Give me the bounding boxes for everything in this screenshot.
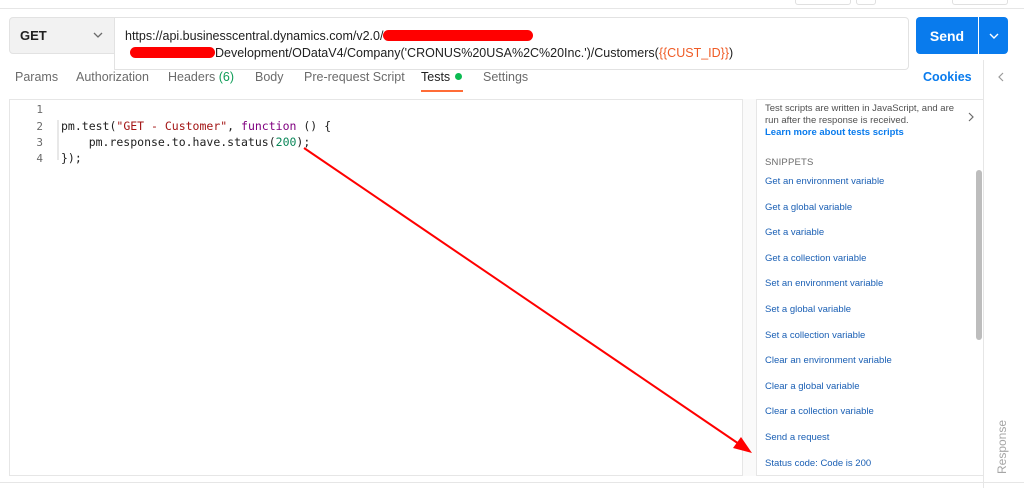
bottom-divider — [0, 482, 1024, 483]
url-input[interactable]: https://api.businesscentral.dynamics.com… — [114, 17, 909, 70]
code-line-4: }); — [61, 151, 82, 165]
tab-tests[interactable]: Tests — [421, 70, 463, 84]
code-keyword: function — [241, 119, 297, 133]
snippet-link[interactable]: Get a global variable — [765, 202, 852, 213]
snippets-heading: SNIPPETS — [765, 157, 814, 168]
code-token: ); — [296, 135, 311, 149]
toolbar-button[interactable] — [952, 0, 1008, 5]
method-label: GET — [20, 28, 47, 43]
url-text: ) — [729, 46, 734, 60]
tab-label: Settings — [483, 70, 529, 84]
response-toggle[interactable]: Response — [993, 418, 1009, 478]
tab-label: Headers — [168, 70, 216, 84]
toolbar-button[interactable] — [795, 0, 851, 5]
line-number: 1 — [36, 103, 43, 116]
code-number: 200 — [275, 135, 297, 149]
snippet-link[interactable]: Set a collection variable — [765, 330, 865, 341]
tab-pre-request-script[interactable]: Pre-request Script — [304, 70, 405, 84]
snippet-link[interactable]: Get an environment variable — [765, 176, 884, 187]
line-number: 4 — [36, 152, 43, 165]
snippet-link[interactable]: Clear an environment variable — [765, 355, 892, 366]
line-number: 3 — [36, 136, 43, 149]
code-line-2: pm.test("GET - Customer", function () { — [61, 119, 331, 133]
url-line-1: https://api.businesscentral.dynamics.com… — [125, 28, 898, 45]
chevron-right-icon[interactable] — [966, 111, 976, 123]
active-tab-indicator — [421, 90, 463, 92]
snippet-link[interactable]: Get a variable — [765, 227, 824, 238]
method-select[interactable]: GET — [9, 17, 115, 54]
chevron-down-icon — [93, 32, 103, 38]
tab-label: Tests — [421, 70, 451, 84]
tab-headers[interactable]: Headers (6) — [168, 70, 234, 84]
snippet-link[interactable]: Get a collection variable — [765, 253, 866, 264]
snippet-link[interactable]: Send a request — [765, 432, 829, 443]
code-token: , — [227, 119, 242, 133]
snippets-scrollbar[interactable] — [976, 170, 982, 340]
tab-authorization[interactable]: Authorization — [76, 70, 149, 84]
snippet-link[interactable]: Clear a global variable — [765, 381, 860, 392]
redacted-mark — [383, 30, 534, 41]
tab-label: Authorization — [76, 70, 149, 84]
tab-params[interactable]: Params — [15, 70, 58, 84]
chevron-left-icon[interactable] — [995, 70, 1007, 84]
toolbar-button[interactable] — [856, 0, 876, 5]
snippet-link[interactable]: Clear a collection variable — [765, 406, 874, 417]
send-button[interactable]: Send — [916, 17, 978, 54]
tab-settings[interactable]: Settings — [483, 70, 528, 84]
snippets-description: Test scripts are written in JavaScript, … — [765, 103, 955, 126]
tab-label: Body — [255, 70, 284, 84]
code-line-3: pm.response.to.have.status(200); — [61, 135, 311, 149]
snippet-link[interactable]: Status code: Code is 200 — [765, 458, 871, 469]
redacted-mark — [130, 47, 215, 58]
tab-label: Params — [15, 70, 59, 84]
code-token: () { — [296, 119, 332, 133]
headers-count: (6) — [218, 70, 235, 84]
tab-label: Pre-request Script — [304, 70, 405, 84]
top-strip — [0, 0, 1024, 9]
code-string: "GET - Customer" — [116, 119, 228, 133]
url-text: https://api.businesscentral.dynamics.com… — [125, 29, 384, 43]
line-number: 2 — [36, 120, 43, 133]
tests-code-editor[interactable]: 1 2 3 4 pm.test("GET - Customer", functi… — [9, 99, 756, 476]
send-options-button[interactable] — [979, 17, 1008, 54]
code-token: pm.response.to.have.status( — [61, 135, 276, 149]
editor-scrollbar[interactable] — [742, 99, 756, 476]
status-dot-icon — [455, 73, 463, 80]
url-variable[interactable]: {{CUST_ID}} — [659, 46, 729, 60]
url-line-2: Development/ODataV4/Company('CRONUS%20US… — [130, 45, 898, 62]
snippet-link[interactable]: Set a global variable — [765, 304, 851, 315]
response-label: Response — [995, 419, 1010, 475]
learn-more-link[interactable]: Learn more about tests scripts — [765, 127, 904, 138]
url-text: Development/ODataV4/Company('CRONUS%20US… — [215, 46, 659, 60]
code-token: pm.test( — [61, 119, 117, 133]
tab-body[interactable]: Body — [255, 70, 284, 84]
send-label: Send — [929, 27, 965, 44]
cookies-link[interactable]: Cookies — [923, 70, 972, 84]
chevron-down-icon — [989, 33, 998, 39]
snippet-link[interactable]: Set an environment variable — [765, 278, 883, 289]
